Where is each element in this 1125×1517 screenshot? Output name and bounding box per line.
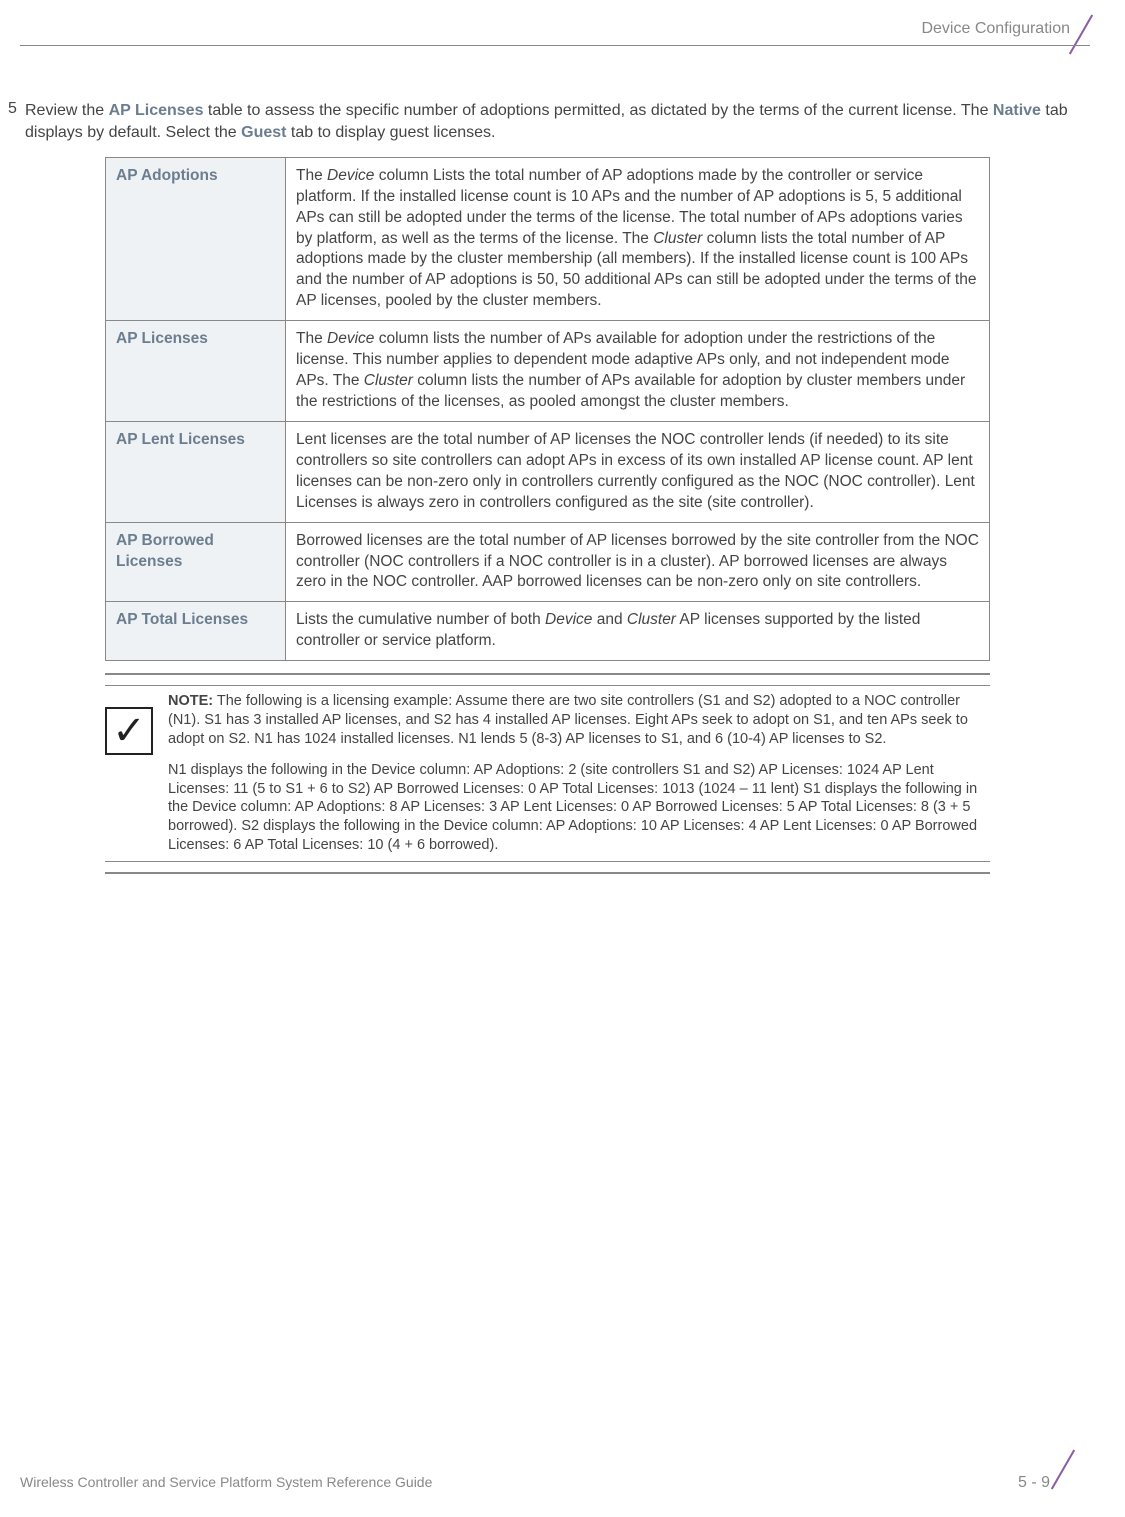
row-label: AP Borrowed Licenses [106,522,286,602]
note-label: NOTE: [168,693,213,709]
table-container: AP Adoptions The Device column Lists the… [105,157,990,661]
main-content: 5 Review the AP Licenses table to assess… [0,100,1090,874]
intro-text-4: tab to display guest licenses. [286,124,495,141]
note-para-1: The following is a licensing example: As… [168,693,968,747]
table-row: AP Licenses The Device column lists the … [106,321,990,422]
footer-slash-decoration [1052,1447,1082,1497]
footer-page-number: 5 - 9 [1018,1474,1050,1492]
row-label: AP Adoptions [106,157,286,320]
table-row: AP Adoptions The Device column Lists the… [106,157,990,320]
intro-highlight-2: Native [993,102,1041,119]
checkmark-icon: ✓ [105,707,153,755]
row-desc: Borrowed licenses are the total number o… [286,522,990,602]
note-text: NOTE: The following is a licensing examp… [168,692,990,855]
table-row: AP Lent Licenses Lent licenses are the t… [106,421,990,522]
row-desc: The Device column Lists the total number… [286,157,990,320]
table-row: AP Total Licenses Lists the cumulative n… [106,602,990,661]
intro-highlight-1: AP Licenses [109,102,204,119]
row-label: AP Licenses [106,321,286,422]
header-divider [20,45,1090,46]
row-desc: Lists the cumulative number of both Devi… [286,602,990,661]
row-label: AP Lent Licenses [106,421,286,522]
row-desc: Lent licenses are the total number of AP… [286,421,990,522]
header-text: Device Configuration [921,20,1070,38]
intro-highlight-3: Guest [241,124,286,141]
row-desc: The Device column lists the number of AP… [286,321,990,422]
note-para-2: N1 displays the following in the Device … [168,761,990,855]
footer: Wireless Controller and Service Platform… [20,1474,1090,1492]
step-number: 5 [0,100,25,145]
step-intro: 5 Review the AP Licenses table to assess… [0,100,1090,145]
intro-text-1: Review the [25,102,109,119]
row-label: AP Total Licenses [106,602,286,661]
table-row: AP Borrowed Licenses Borrowed licenses a… [106,522,990,602]
note-inner: ✓ NOTE: The following is a licensing exa… [105,692,990,855]
step-text: Review the AP Licenses table to assess t… [25,100,1090,145]
footer-text: Wireless Controller and Service Platform… [20,1474,432,1490]
ap-licenses-table: AP Adoptions The Device column Lists the… [105,157,990,661]
header-slash-decoration [1070,12,1100,62]
note-container: ✓ NOTE: The following is a licensing exa… [105,673,990,874]
intro-text-2: table to assess the specific number of a… [203,102,992,119]
